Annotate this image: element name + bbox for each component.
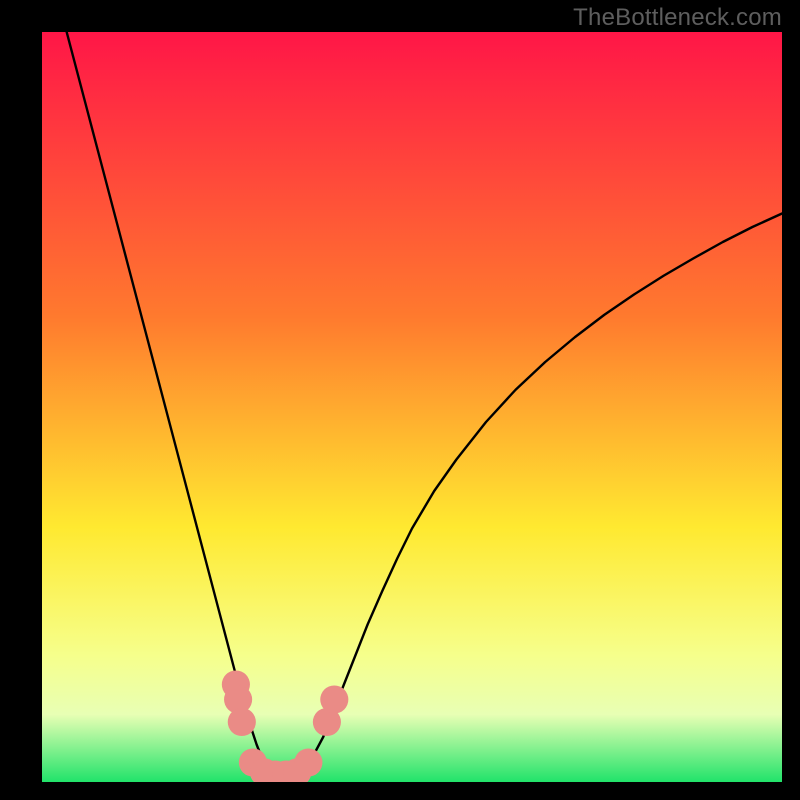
chart-frame: TheBottleneck.com: [0, 0, 800, 800]
data-marker: [320, 685, 348, 713]
gradient-background: [42, 32, 782, 782]
watermark-text: TheBottleneck.com: [573, 4, 782, 32]
data-marker: [228, 708, 256, 736]
bottleneck-chart: [42, 32, 782, 782]
plot-area: [42, 32, 782, 782]
data-marker: [294, 748, 322, 776]
